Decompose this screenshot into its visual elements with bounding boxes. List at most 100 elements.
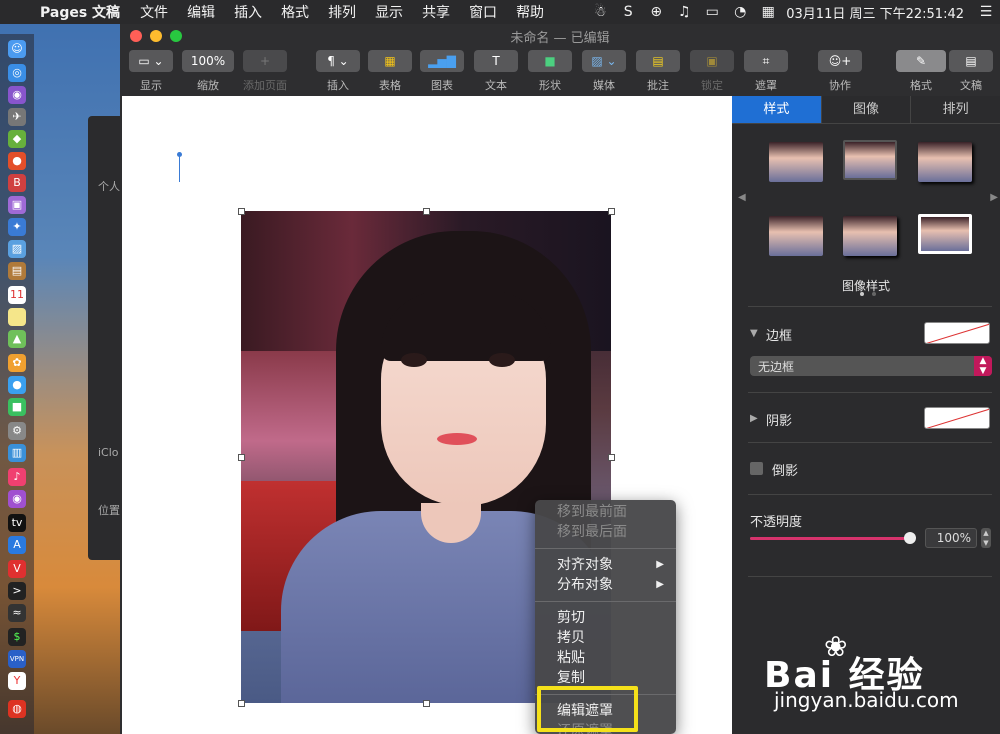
contacts-icon[interactable]: ▤	[8, 262, 26, 280]
menu-format[interactable]: 格式	[281, 2, 309, 22]
launchpad-icon[interactable]: ✈	[8, 108, 26, 126]
resize-handle-bc[interactable]	[423, 700, 430, 707]
menu-item-bring-to-front[interactable]: 移到最前面	[535, 502, 676, 522]
tab-arrange[interactable]: 排列	[911, 96, 1000, 123]
netease-icon[interactable]: ◍	[8, 700, 26, 718]
tv-icon[interactable]: tv	[8, 514, 26, 532]
activity-monitor-icon[interactable]: ≈	[8, 604, 26, 622]
vivaldi-icon[interactable]: V	[8, 560, 26, 578]
calendar-icon[interactable]: ▦	[754, 4, 782, 20]
notes-icon[interactable]	[8, 308, 26, 326]
menu-file[interactable]: 文件	[140, 2, 168, 22]
background-window[interactable]: 个人 iClo 位置	[88, 116, 122, 560]
table-button[interactable]: ▦ 表格	[368, 50, 412, 93]
app-purple-icon[interactable]: ▣	[8, 196, 26, 214]
menu-share[interactable]: 共享	[422, 2, 450, 22]
appstore-dock-icon[interactable]: A	[8, 536, 26, 554]
menu-item-send-to-back[interactable]: 移到最后面	[535, 522, 676, 542]
title-bar[interactable]: 未命名 — 已编辑	[120, 24, 1000, 46]
menu-item-align-objects[interactable]: 对齐对象 ▶	[535, 555, 676, 575]
menu-edit[interactable]: 编辑	[187, 2, 215, 22]
image-style-2[interactable]	[843, 140, 897, 180]
page-dot-active[interactable]	[860, 292, 864, 296]
android-icon[interactable]: ◆	[8, 130, 26, 148]
calendar-dock-icon[interactable]: 11	[8, 286, 26, 304]
shadow-color-well[interactable]	[924, 407, 990, 429]
image-style-4[interactable]	[769, 216, 823, 256]
add-page-button[interactable]: + 添加页面	[242, 50, 288, 93]
safari-icon[interactable]: ✦	[8, 218, 26, 236]
image-style-6[interactable]	[918, 214, 972, 254]
image-style-5[interactable]	[843, 216, 897, 256]
menu-item-paste[interactable]: 粘贴	[535, 648, 676, 668]
yandex-icon[interactable]: Y	[8, 672, 26, 690]
border-style-select[interactable]: 无边框 ▲ ▼	[750, 356, 992, 376]
podcasts-icon[interactable]: ◉	[8, 490, 26, 508]
resize-handle-tr[interactable]	[608, 208, 615, 215]
comment-button[interactable]: ▤ 批注	[636, 50, 680, 93]
image-style-1[interactable]	[769, 142, 823, 182]
insert-button[interactable]: ¶ ⌄ 插入	[316, 50, 360, 93]
document-button[interactable]: ▤ 文稿	[948, 50, 994, 93]
keynote-icon[interactable]: ▥	[8, 444, 26, 462]
globe-icon[interactable]: ⊕	[642, 4, 670, 20]
text-button[interactable]: T 文本	[474, 50, 518, 93]
siri-icon[interactable]: ◉	[8, 86, 26, 104]
page-dot[interactable]	[872, 292, 876, 296]
app-menu[interactable]: Pages 文稿	[40, 2, 120, 22]
tab-image[interactable]: 图像	[822, 96, 912, 123]
zoom-button[interactable]: 100% 缩放	[182, 50, 234, 93]
menu-item-duplicate[interactable]: 复制	[535, 668, 676, 688]
app-red-icon[interactable]: B	[8, 174, 26, 192]
music-dock-icon[interactable]: ♪	[8, 468, 26, 486]
menu-window[interactable]: 窗口	[469, 2, 497, 22]
resize-handle-tl[interactable]	[238, 208, 245, 215]
menu-item-cut[interactable]: 剪切	[535, 608, 676, 628]
menu-view[interactable]: 显示	[375, 2, 403, 22]
format-button[interactable]: ✎ 格式	[896, 50, 946, 93]
resize-handle-bl[interactable]	[238, 700, 245, 707]
vpn-icon[interactable]: VPN	[8, 650, 26, 668]
tab-style[interactable]: 样式	[732, 96, 822, 123]
photos-icon[interactable]: ✿	[8, 354, 26, 372]
qq-icon[interactable]: ☃	[586, 4, 614, 20]
sogou-icon[interactable]: S	[614, 4, 642, 20]
chrome-icon[interactable]: ●	[8, 152, 26, 170]
preview-icon[interactable]: ▨	[8, 240, 26, 258]
image-style-3[interactable]	[918, 142, 972, 182]
opacity-slider-knob[interactable]	[904, 532, 916, 544]
menu-item-copy[interactable]: 拷贝	[535, 628, 676, 648]
terminal-icon[interactable]: >	[8, 582, 26, 600]
messages-icon[interactable]: ●	[8, 376, 26, 394]
menu-insert[interactable]: 插入	[234, 2, 262, 22]
collaborate-button[interactable]: ☺+ 协作	[818, 50, 862, 93]
border-color-well[interactable]	[924, 322, 990, 344]
opacity-field[interactable]: 100%	[925, 528, 977, 548]
maps-icon[interactable]: ▲	[8, 330, 26, 348]
shape-button[interactable]: ■ 形状	[528, 50, 572, 93]
styles-prev-icon[interactable]: ◀	[738, 192, 746, 203]
mask-button[interactable]: ⌗ 遮罩	[744, 50, 788, 93]
styles-next-icon[interactable]: ▶	[990, 192, 998, 203]
menubar-clock[interactable]: 03月11日 周三 下午22:51:42	[786, 3, 964, 22]
facetime-icon[interactable]: ■	[8, 398, 26, 416]
resize-handle-tc[interactable]	[423, 208, 430, 215]
menu-help[interactable]: 帮助	[516, 2, 544, 22]
menu-item-distribute-objects[interactable]: 分布对象 ▶	[535, 575, 676, 595]
menu-list-icon[interactable]: ☰	[972, 4, 1000, 20]
opacity-slider[interactable]	[750, 532, 916, 544]
app-store-icon[interactable]: ◎	[8, 64, 26, 82]
finder-icon[interactable]: ☺	[8, 40, 26, 58]
reflection-checkbox[interactable]	[750, 462, 763, 475]
opacity-stepper-icon[interactable]: ▲ ▼	[981, 528, 991, 548]
lock-button[interactable]: ▣ 锁定	[690, 50, 734, 93]
shadow-disclosure-icon[interactable]: ▶	[750, 413, 758, 424]
resize-handle-mr[interactable]	[608, 454, 615, 461]
chart-button[interactable]: ▂▅▇ 图表	[420, 50, 464, 93]
airplay-icon[interactable]: ▭	[698, 4, 726, 20]
console-icon[interactable]: $	[8, 628, 26, 646]
music-icon[interactable]: ♫	[670, 4, 698, 20]
time-machine-icon[interactable]: ◔	[726, 4, 754, 20]
border-disclosure-icon[interactable]: ▼	[750, 328, 758, 339]
resize-handle-ml[interactable]	[238, 454, 245, 461]
